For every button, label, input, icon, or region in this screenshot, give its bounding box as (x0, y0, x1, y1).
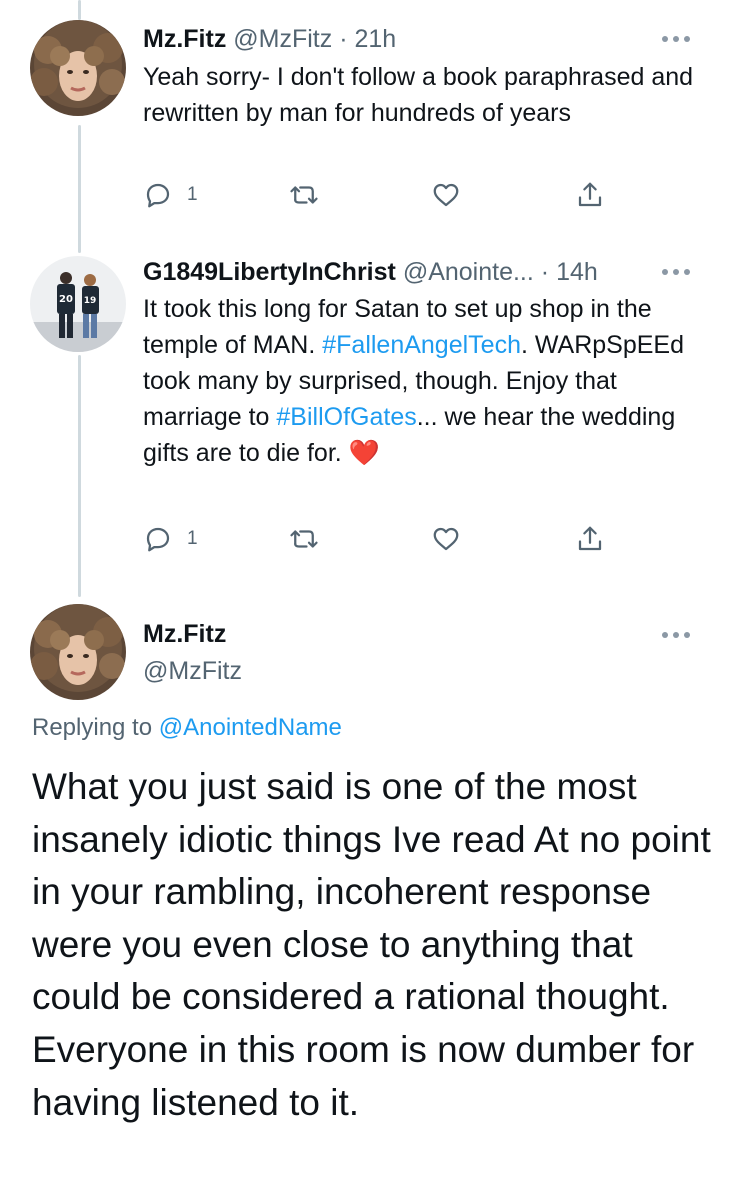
separator-dot: · (540, 258, 550, 286)
tweet-header: G1849LibertyInChrist @Anointe... · 14h (143, 255, 598, 289)
more-icon[interactable] (662, 632, 690, 640)
user-handle[interactable]: @MzFitz (233, 25, 332, 53)
tweet-header: Mz.Fitz @MzFitz · 21h (143, 22, 396, 56)
hashtag-link[interactable]: #FallenAngelTech (322, 331, 521, 359)
share-button[interactable] (575, 522, 605, 556)
reply-button[interactable]: 1 (143, 522, 198, 556)
display-name[interactable]: Mz.Fitz (143, 25, 226, 53)
more-icon[interactable] (662, 36, 690, 44)
curly-hair-woman-avatar (30, 20, 126, 116)
retweet-button[interactable] (289, 522, 319, 556)
avatar[interactable] (30, 20, 126, 116)
separator-dot: · (339, 25, 348, 53)
hashtag-link[interactable]: #BillOfGates (276, 403, 416, 431)
like-icon (433, 183, 459, 207)
timestamp[interactable]: 21h (355, 25, 397, 53)
thread-line-top (78, 0, 81, 20)
like-icon (433, 527, 459, 551)
avatar[interactable] (30, 604, 126, 700)
thread-line-middle (78, 125, 81, 253)
retweet-icon (290, 530, 318, 548)
main-tweet-text: What you just said is one of the most in… (32, 766, 711, 1123)
replying-prefix: Replying to (32, 714, 159, 741)
tweet-actions: 1 (143, 178, 623, 212)
more-icon[interactable] (662, 269, 690, 277)
avatar[interactable]: 20 19 (30, 256, 126, 352)
replying-to: Replying to @AnointedName (32, 712, 342, 744)
heart-emoji: ❤️ (348, 439, 380, 467)
like-button[interactable] (431, 522, 461, 556)
share-button[interactable] (575, 178, 605, 212)
like-button[interactable] (431, 178, 461, 212)
curly-hair-woman-avatar (30, 604, 126, 700)
reply-icon (146, 183, 170, 208)
retweet-button[interactable] (289, 178, 319, 212)
user-handle[interactable]: @Anointe... (403, 258, 534, 286)
display-name[interactable]: Mz.Fitz (143, 618, 226, 650)
tweet-actions: 1 (143, 522, 623, 556)
reply-icon (146, 527, 170, 552)
display-name[interactable]: G1849LibertyInChrist (143, 258, 396, 286)
tweet-text: Yeah sorry- I don't follow a book paraph… (143, 63, 694, 127)
share-icon (578, 182, 602, 207)
jersey-number-19: 19 (84, 296, 97, 306)
jersey-number-20: 20 (59, 294, 73, 305)
couple-jerseys-avatar: 20 19 (30, 256, 126, 352)
reply-button[interactable]: 1 (143, 178, 198, 212)
user-handle[interactable]: @MzFitz (143, 655, 242, 687)
timestamp[interactable]: 14h (556, 258, 598, 286)
reply-count: 1 (187, 528, 198, 549)
share-icon (578, 526, 602, 551)
thread-line-bottom (78, 355, 81, 597)
replying-to-link[interactable]: @AnointedName (159, 714, 342, 741)
retweet-icon (290, 186, 318, 204)
tweet-text: It took this long for Satan to set up sh… (143, 291, 703, 471)
reply-count: 1 (187, 184, 198, 205)
